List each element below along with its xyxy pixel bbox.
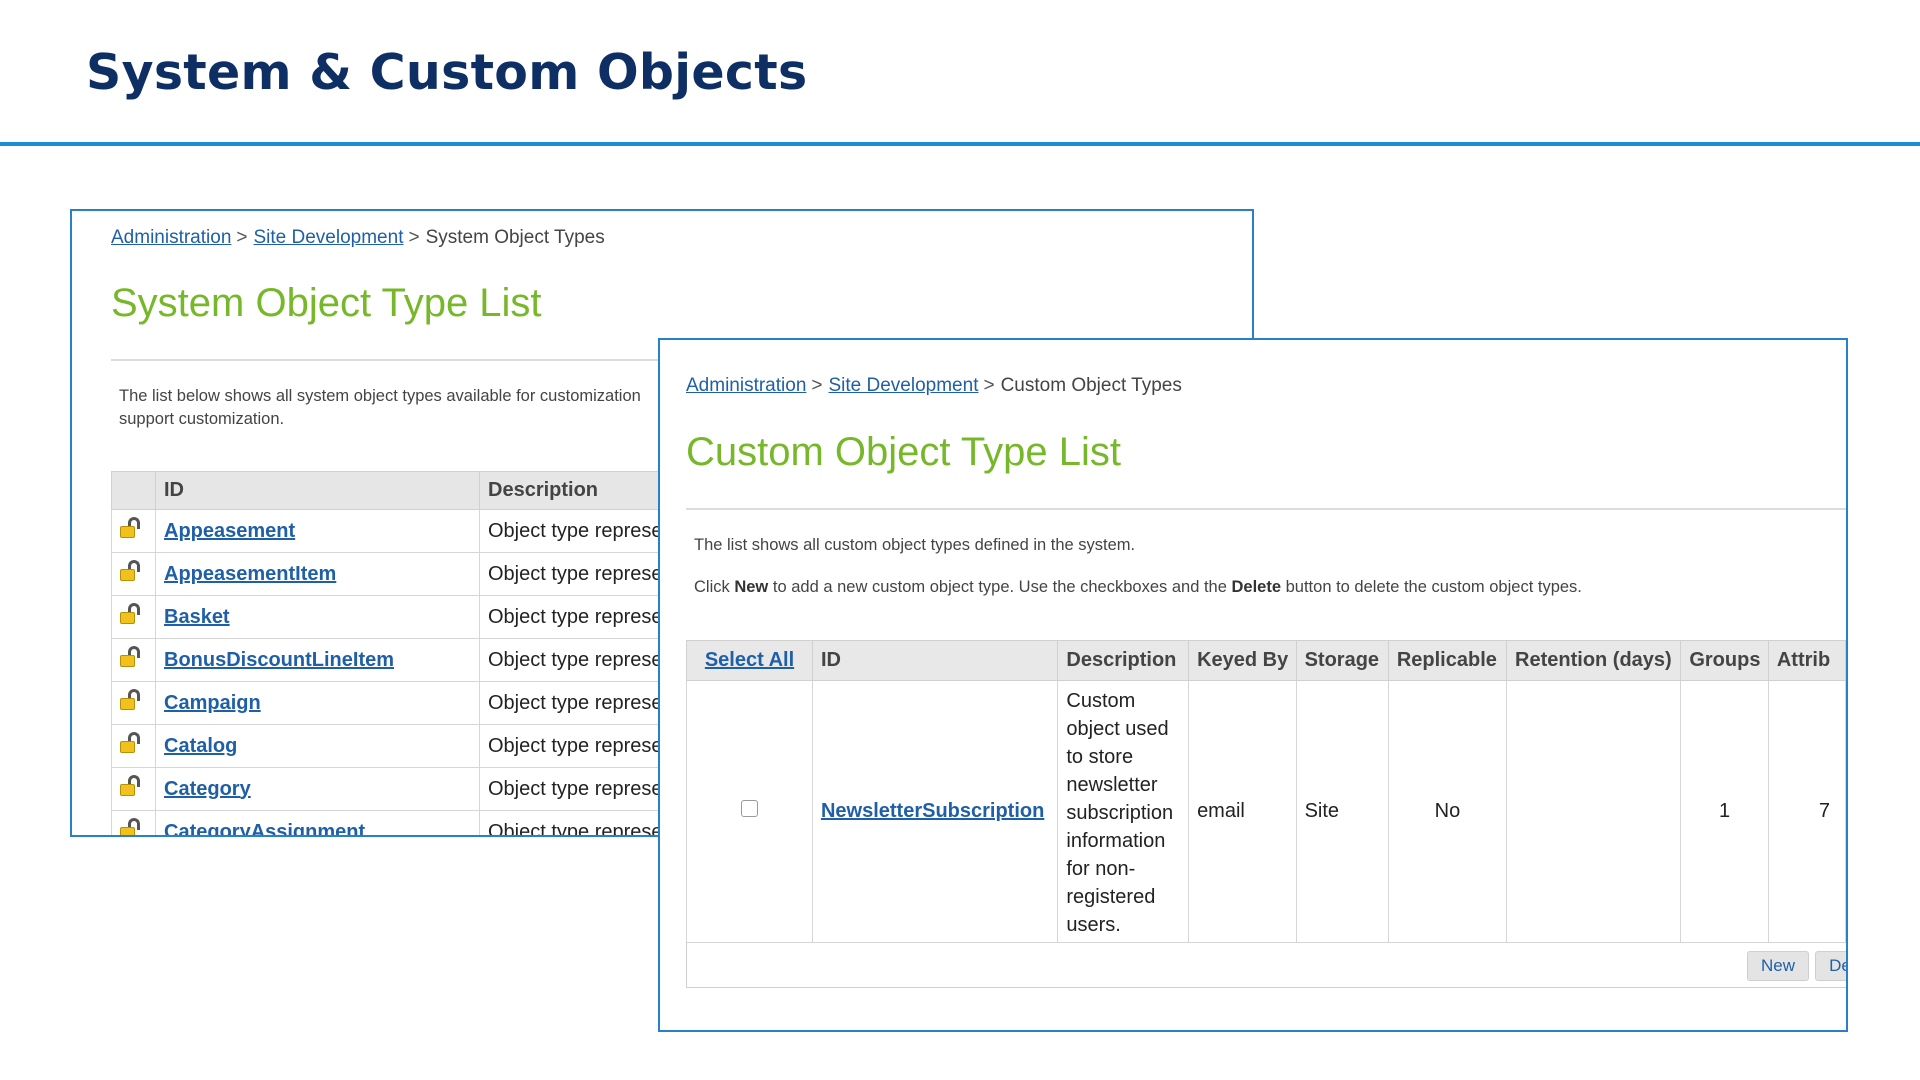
id-cell: Appeasement — [155, 509, 480, 553]
row-select-cell — [686, 680, 813, 943]
id-cell: Basket — [155, 595, 480, 639]
id-cell: AppeasementItem — [155, 552, 480, 596]
storage-cell: Site — [1295, 680, 1389, 943]
id-cell: Category — [155, 767, 480, 811]
keyed-by-cell: email — [1188, 680, 1297, 943]
row-checkbox[interactable] — [740, 800, 758, 817]
breadcrumb-administration-link[interactable]: Administration — [686, 375, 806, 396]
lock-cell — [111, 810, 156, 835]
lock-cell — [111, 638, 156, 682]
id-cell: BonusDiscountLineItem — [155, 638, 480, 682]
info-text-segment: to add a new custom object type. Use the… — [772, 578, 1227, 596]
unlocked-padlock-icon — [120, 689, 142, 711]
object-type-link[interactable]: Basket — [164, 606, 230, 628]
description-line: Custom — [1066, 689, 1136, 712]
object-type-link[interactable]: Catalog — [164, 735, 237, 757]
id-cell: CategoryAssignment — [155, 810, 480, 836]
id-column-header: ID — [155, 471, 480, 510]
object-type-link[interactable]: Category — [164, 778, 251, 800]
unlocked-padlock-icon — [120, 818, 142, 835]
info-new-keyword: New — [734, 578, 769, 596]
breadcrumb: Administration > Site Development > System O… — [111, 227, 605, 249]
description-line: object used — [1066, 717, 1169, 740]
info-line: The list below shows all system object t… — [119, 387, 641, 405]
info-text: The list below shows all system object t… — [119, 385, 641, 431]
custom-object-table: Select All ID Description Keyed By Stora… — [686, 640, 1846, 943]
object-type-link[interactable]: Appeasement — [164, 520, 295, 542]
table-row: NewsletterSubscription Custom object used… — [686, 680, 1846, 943]
object-type-link[interactable]: BonusDiscountLineItem — [164, 649, 394, 671]
delete-button[interactable]: De — [1815, 951, 1846, 981]
unlocked-padlock-icon — [120, 732, 142, 754]
groups-cell: 1 — [1680, 680, 1769, 943]
unlocked-padlock-icon — [120, 603, 142, 625]
lock-cell — [111, 767, 156, 811]
replicable-cell: No — [1387, 680, 1508, 943]
breadcrumb-current: System Object Types — [425, 227, 605, 248]
lock-column-header — [111, 471, 156, 510]
unlocked-padlock-icon — [120, 646, 142, 668]
breadcrumb: Administration > Site Development > Custom O… — [686, 375, 1182, 397]
title-divider — [0, 142, 1920, 146]
object-type-link[interactable]: Campaign — [164, 692, 261, 714]
custom-object-types-panel: Administration > Site Development > Custom O… — [658, 338, 1848, 1032]
id-cell: Catalog — [155, 724, 480, 768]
retention-cell — [1506, 680, 1682, 943]
info-line: support customization. — [119, 410, 285, 428]
description-column-header: Description — [1057, 640, 1190, 681]
retention-column-header: Retention (days) — [1506, 640, 1682, 681]
breadcrumb-site-development-link[interactable]: Site Development — [254, 227, 404, 248]
description-line: users. — [1066, 913, 1121, 936]
slide-title: System & Custom Objects — [86, 44, 808, 101]
heading-divider — [686, 508, 1846, 510]
breadcrumb-separator: > — [983, 375, 995, 396]
lock-cell — [111, 724, 156, 768]
keyed-by-column-header: Keyed By — [1188, 640, 1297, 681]
new-button[interactable]: New — [1747, 951, 1809, 981]
description-line: newsletter — [1066, 773, 1158, 796]
description-cell: Custom object used to store newsletter subsc… — [1057, 680, 1190, 943]
description-line: for non- — [1066, 857, 1136, 880]
custom-object-link[interactable]: NewsletterSubscription — [821, 800, 1044, 822]
breadcrumb-separator: > — [811, 375, 823, 396]
groups-column-header: Groups — [1680, 640, 1769, 681]
info-delete-keyword: Delete — [1231, 578, 1282, 596]
storage-column-header: Storage — [1295, 640, 1389, 681]
select-all-link[interactable]: Select All — [705, 649, 794, 671]
attributes-column-header: Attrib — [1767, 640, 1846, 681]
id-cell: NewsletterSubscription — [811, 680, 1059, 943]
breadcrumb-separator: > — [236, 227, 248, 248]
page-title: System Object Type List — [111, 281, 542, 325]
lock-cell — [111, 595, 156, 639]
lock-cell — [111, 509, 156, 553]
breadcrumb-site-development-link[interactable]: Site Development — [829, 375, 979, 396]
unlocked-padlock-icon — [120, 560, 142, 582]
unlocked-padlock-icon — [120, 775, 142, 797]
info-text-segment: button to delete the custom object types… — [1285, 578, 1582, 596]
info-instructions: Click New to add a new custom object typ… — [694, 576, 1582, 599]
replicable-column-header: Replicable — [1387, 640, 1508, 681]
description-line: to store — [1066, 745, 1134, 768]
breadcrumb-administration-link[interactable]: Administration — [111, 227, 231, 248]
id-column-header: ID — [811, 640, 1059, 681]
attributes-cell: 7 — [1767, 680, 1846, 943]
description-line: registered — [1066, 885, 1156, 908]
lock-cell — [111, 681, 156, 725]
unlocked-padlock-icon — [120, 517, 142, 539]
breadcrumb-separator: > — [408, 227, 420, 248]
description-line: information — [1066, 829, 1166, 852]
breadcrumb-current: Custom Object Types — [1000, 375, 1182, 396]
object-type-link[interactable]: AppeasementItem — [164, 563, 336, 585]
object-type-link[interactable]: CategoryAssignment — [164, 821, 365, 836]
lock-cell — [111, 552, 156, 596]
id-cell: Campaign — [155, 681, 480, 725]
page-title: Custom Object Type List — [686, 430, 1121, 474]
description-line: subscription — [1066, 801, 1174, 824]
select-all-header: Select All — [686, 640, 813, 681]
info-text-segment: Click — [694, 578, 730, 596]
info-line: The list shows all custom object types d… — [694, 536, 1136, 554]
